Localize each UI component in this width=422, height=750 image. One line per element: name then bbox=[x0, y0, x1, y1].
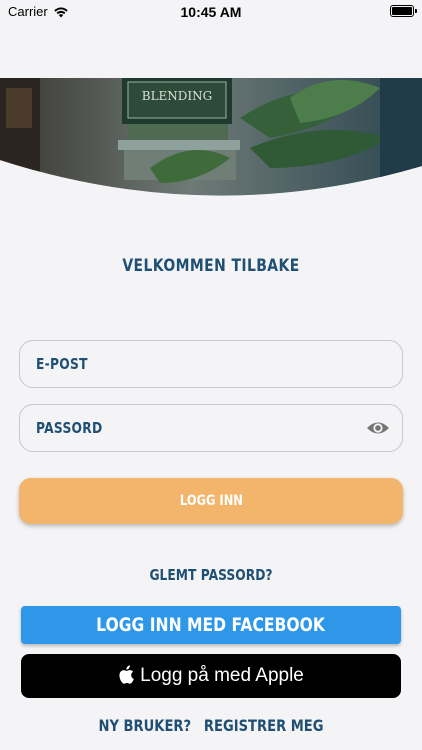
password-placeholder: PASSORD bbox=[36, 419, 103, 437]
register-link[interactable]: REGISTRER MEG bbox=[204, 716, 324, 735]
register-row: NY BRUKER? REGISTRER MEG bbox=[38, 716, 384, 735]
apple-label: Logg på med Apple bbox=[140, 665, 304, 686]
welcome-heading: VELKOMMEN TILBAKE bbox=[122, 256, 300, 276]
status-time: 10:45 AM bbox=[180, 4, 242, 20]
hero-image: BLENDING bbox=[0, 78, 422, 200]
facebook-label: LOGG INN MED FACEBOOK bbox=[96, 614, 326, 636]
carrier-label: Carrier bbox=[8, 4, 48, 19]
eye-icon[interactable] bbox=[366, 418, 390, 438]
forgot-password-link[interactable]: GLEMT PASSORD? bbox=[38, 566, 384, 584]
status-left: Carrier bbox=[8, 4, 69, 19]
wifi-icon bbox=[54, 6, 68, 17]
register-prompt: NY BRUKER? bbox=[98, 716, 192, 735]
apple-login-button[interactable]: Logg på med Apple bbox=[21, 654, 401, 698]
email-placeholder: E-POST bbox=[36, 355, 88, 373]
status-bar: Carrier 10:45 AM bbox=[0, 0, 422, 24]
login-button[interactable]: LOGG INN bbox=[19, 478, 403, 524]
apple-icon bbox=[119, 665, 134, 684]
battery-icon bbox=[390, 5, 417, 17]
password-field[interactable]: PASSORD bbox=[19, 404, 403, 452]
hero-sign: BLENDING bbox=[142, 89, 213, 103]
email-field[interactable]: E-POST bbox=[19, 340, 403, 388]
facebook-login-button[interactable]: LOGG INN MED FACEBOOK bbox=[21, 606, 401, 644]
login-label: LOGG INN bbox=[179, 493, 243, 509]
